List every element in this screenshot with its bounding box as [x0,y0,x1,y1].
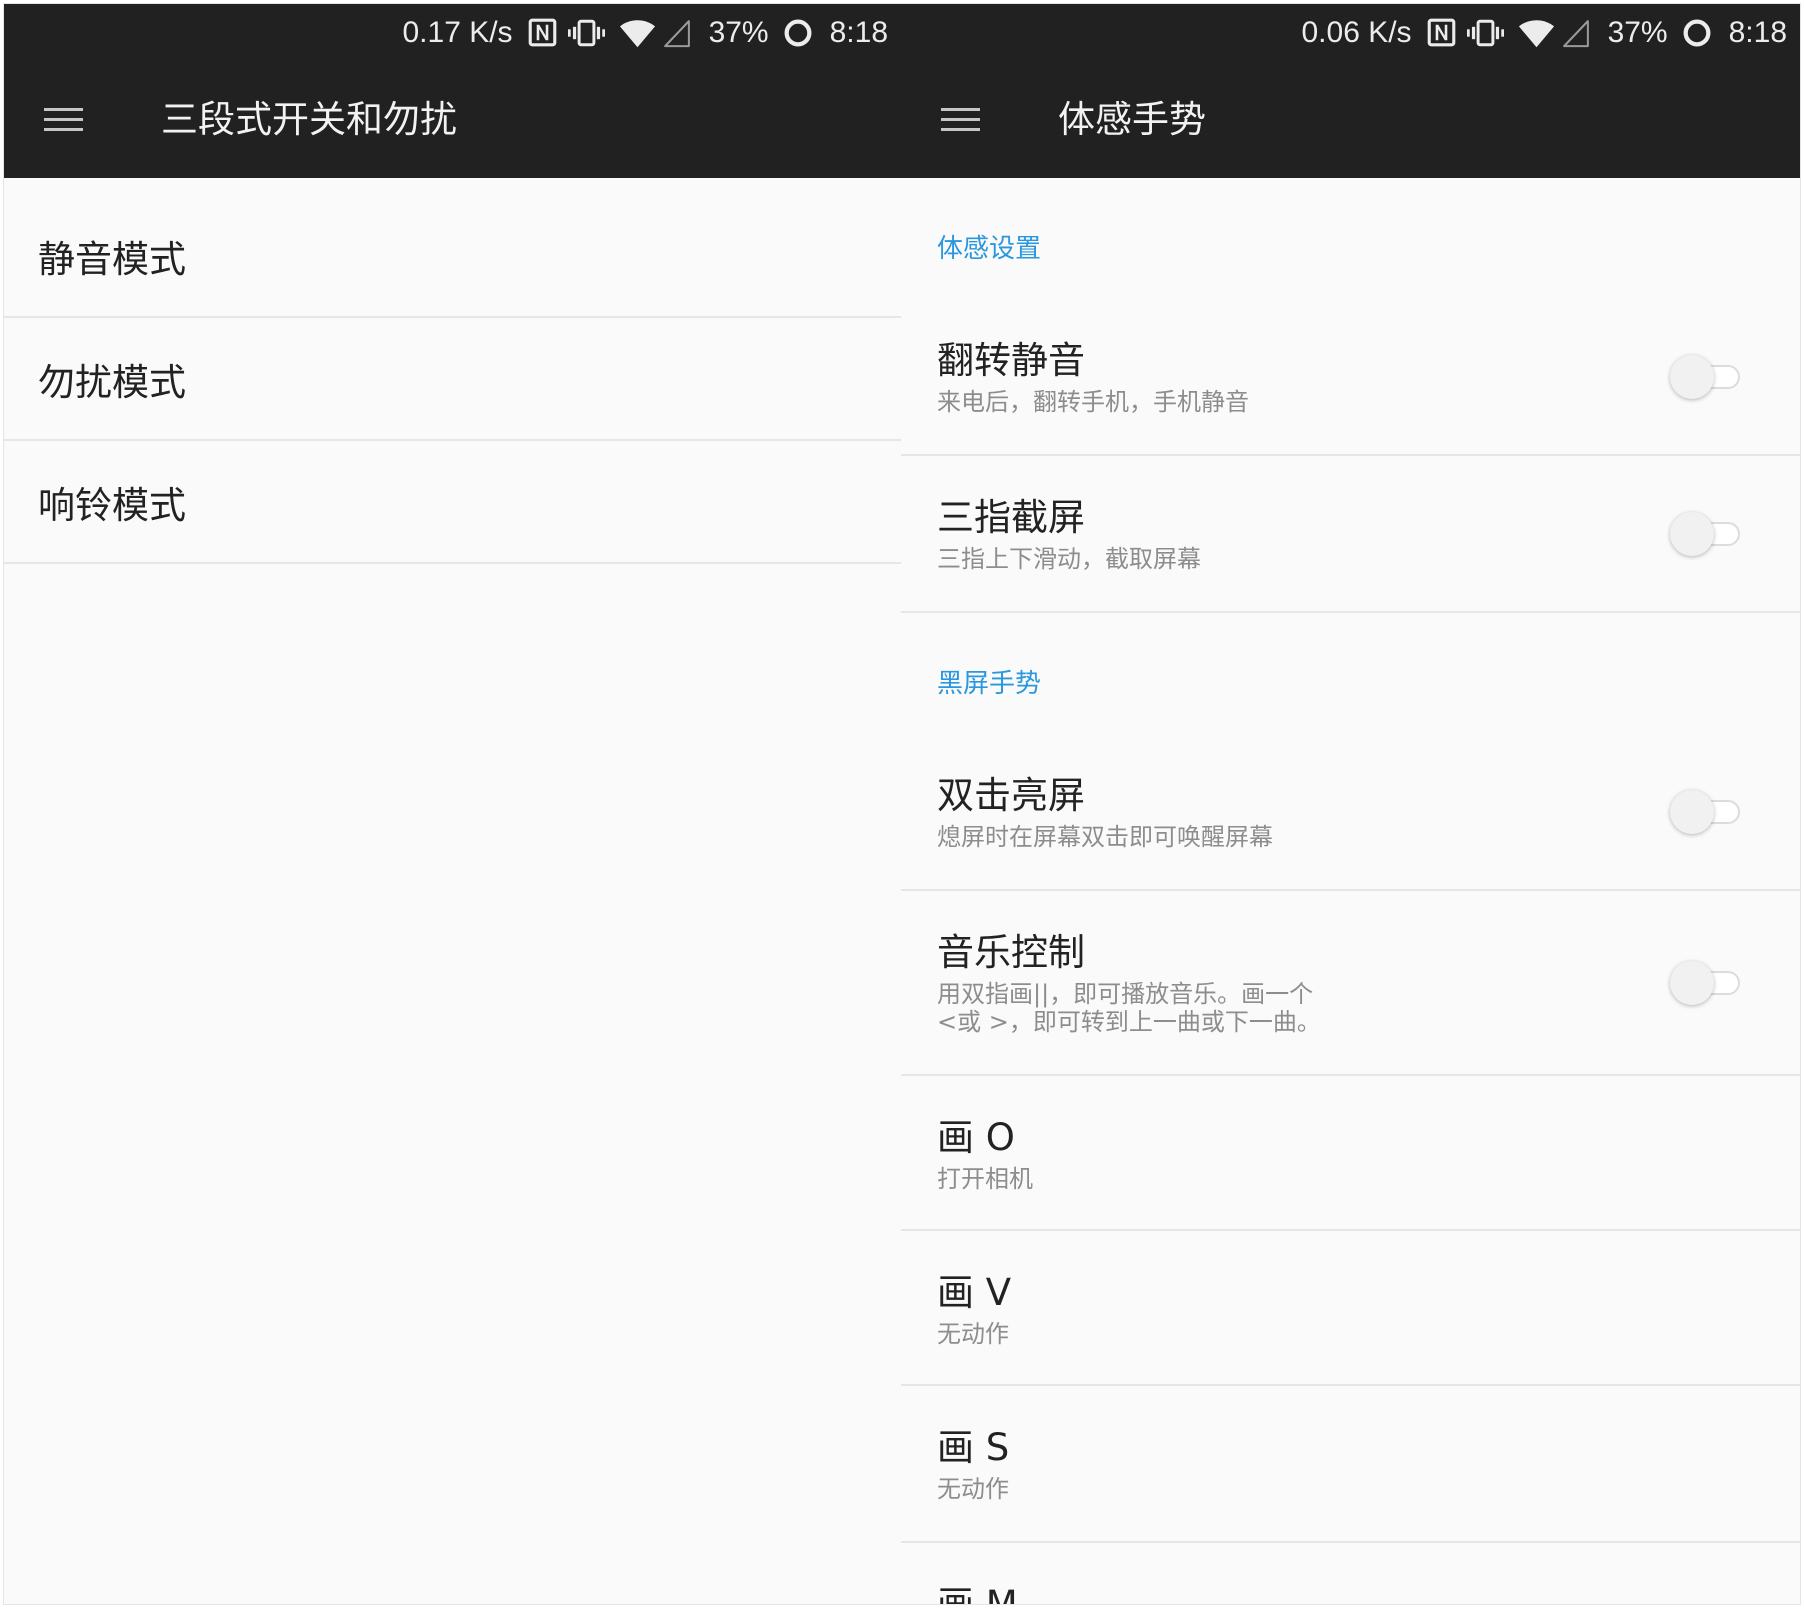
pref-summary: 无动作 [937,1320,1009,1348]
menu-icon-line [941,128,980,131]
toggle-knob [1670,511,1714,556]
status-bar: 0.17 K/s 37% 8:18 [4,4,901,61]
pref-title: 画 V [937,1271,1012,1314]
pref-draw-s[interactable]: 画 S 无动作 [901,1386,1800,1543]
toggle-knob [1670,960,1714,1005]
nfc-icon [1426,17,1457,48]
list-item-label: 勿扰模式 [38,360,186,404]
gesture-settings-list: 体感设置 翻转静音 来电后，翻转手机，手机静音 三指截屏 三指上下滑动，截取屏幕… [901,178,1800,1604]
toolbar: 体感手势 [901,61,1800,178]
signal-icon [1562,18,1590,48]
mode-list: 静音模式 勿扰模式 响铃模式 [4,178,901,564]
pref-draw-v[interactable]: 画 V 无动作 [901,1231,1800,1386]
pref-flip-to-mute[interactable]: 翻转静音 来电后，翻转手机，手机静音 [901,299,1800,456]
clock: 8:18 [1728,15,1787,49]
wifi-icon [1518,18,1555,48]
battery-percent: 37% [1607,15,1668,49]
left-screen: 0.17 K/s 37% 8:18 三段式开关和勿扰 静音模式 勿扰模式 响铃模… [4,4,901,1604]
toggle-knob [1670,354,1714,399]
page-title: 体感手势 [1058,98,1206,141]
page-title: 三段式开关和勿扰 [161,98,457,141]
list-item-silent-mode[interactable]: 静音模式 [4,178,901,318]
right-screen: 0.06 K/s 37% 8:18 体感手势 体感设置 翻转静音 来电后，翻转手… [901,4,1800,1604]
battery-icon [782,17,814,49]
screenshot-frame: 0.17 K/s 37% 8:18 三段式开关和勿扰 静音模式 勿扰模式 响铃模… [4,4,1800,1604]
network-speed: 0.17 K/s [402,15,513,49]
flip-to-mute-toggle[interactable] [1670,354,1740,399]
menu-icon-line [941,118,980,121]
menu-icon[interactable] [44,108,83,131]
signal-icon [663,18,691,48]
app-bar: 0.17 K/s 37% 8:18 三段式开关和勿扰 [4,4,901,178]
app-bar: 0.06 K/s 37% 8:18 体感手势 [901,4,1800,178]
section-header-motion-settings: 体感设置 [937,234,1042,264]
vibrate-icon [1466,18,1504,48]
menu-icon-line [44,118,83,121]
pref-title: 画 O [937,1116,1015,1159]
double-tap-wake-toggle[interactable] [1670,789,1740,834]
nfc-icon [527,17,558,48]
section-header-screen-off-gestures: 黑屏手势 [937,669,1042,699]
pref-music-control[interactable]: 音乐控制 用双指画||，即可播放音乐。画一个 <或 >，即可转到上一曲或下一曲。 [901,891,1800,1076]
battery-icon [1681,17,1713,49]
pref-title: 画 S [937,1426,1010,1469]
clock: 8:18 [829,15,888,49]
pref-summary: 无动作 [937,1475,1009,1503]
battery-percent: 37% [708,15,769,49]
menu-icon-line [44,128,83,131]
pref-draw-o[interactable]: 画 O 打开相机 [901,1076,1800,1231]
toggle-knob [1670,789,1714,834]
list-item-do-not-disturb-mode[interactable]: 勿扰模式 [4,318,901,441]
network-speed: 0.06 K/s [1301,15,1412,49]
vibrate-icon [567,18,605,48]
list-item-label: 响铃模式 [38,483,186,527]
menu-icon-line [44,108,83,111]
menu-icon-line [941,108,980,111]
menu-icon[interactable] [941,108,980,131]
list-item-label: 静音模式 [38,238,186,281]
pref-draw-m[interactable]: 画 M [901,1543,1800,1604]
toolbar: 三段式开关和勿扰 [4,61,901,178]
status-bar: 0.06 K/s 37% 8:18 [901,4,1800,61]
pref-three-finger-screenshot[interactable]: 三指截屏 三指上下滑动，截取屏幕 [901,456,1800,613]
music-control-toggle[interactable] [1670,960,1740,1005]
pref-double-tap-wake[interactable]: 双击亮屏 熄屏时在屏幕双击即可唤醒屏幕 [901,734,1800,891]
list-item-ring-mode[interactable]: 响铃模式 [4,441,901,564]
three-finger-screenshot-toggle[interactable] [1670,511,1740,556]
wifi-icon [619,18,656,48]
pref-summary: 打开相机 [937,1165,1033,1193]
pref-title: 画 M [937,1583,1800,1604]
